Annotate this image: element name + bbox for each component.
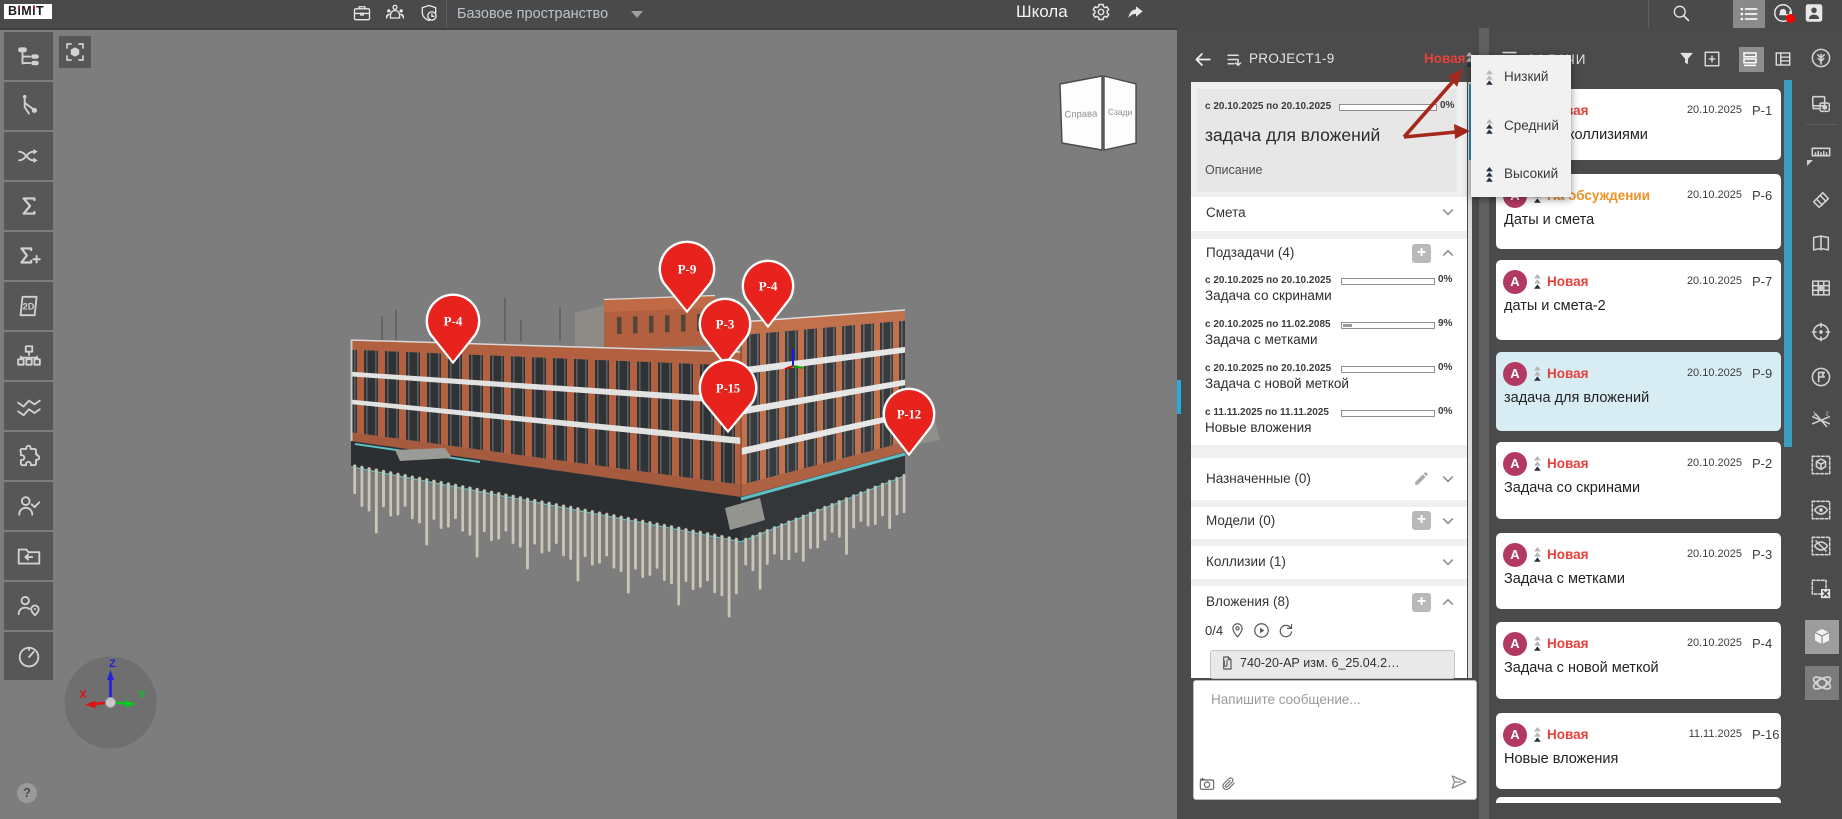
svg-text:P-4: P-4 xyxy=(444,314,463,329)
svg-text:Сзади: Сзади xyxy=(1108,107,1133,118)
svg-text:2: 2 xyxy=(1826,411,1829,417)
svg-text:Y: Y xyxy=(138,689,146,701)
svg-text:P-15: P-15 xyxy=(716,382,740,396)
svg-text:2D: 2D xyxy=(23,301,35,311)
svg-text:P-3: P-3 xyxy=(716,317,735,332)
svg-text:P-12: P-12 xyxy=(897,408,921,422)
svg-text:Справа: Справа xyxy=(1064,108,1098,120)
svg-text:Z: Z xyxy=(109,658,116,670)
svg-text:P-4: P-4 xyxy=(759,279,778,294)
svg-text:1: 1 xyxy=(1813,411,1816,417)
svg-text:P-9: P-9 xyxy=(678,262,697,277)
svg-text:X: X xyxy=(79,689,87,701)
